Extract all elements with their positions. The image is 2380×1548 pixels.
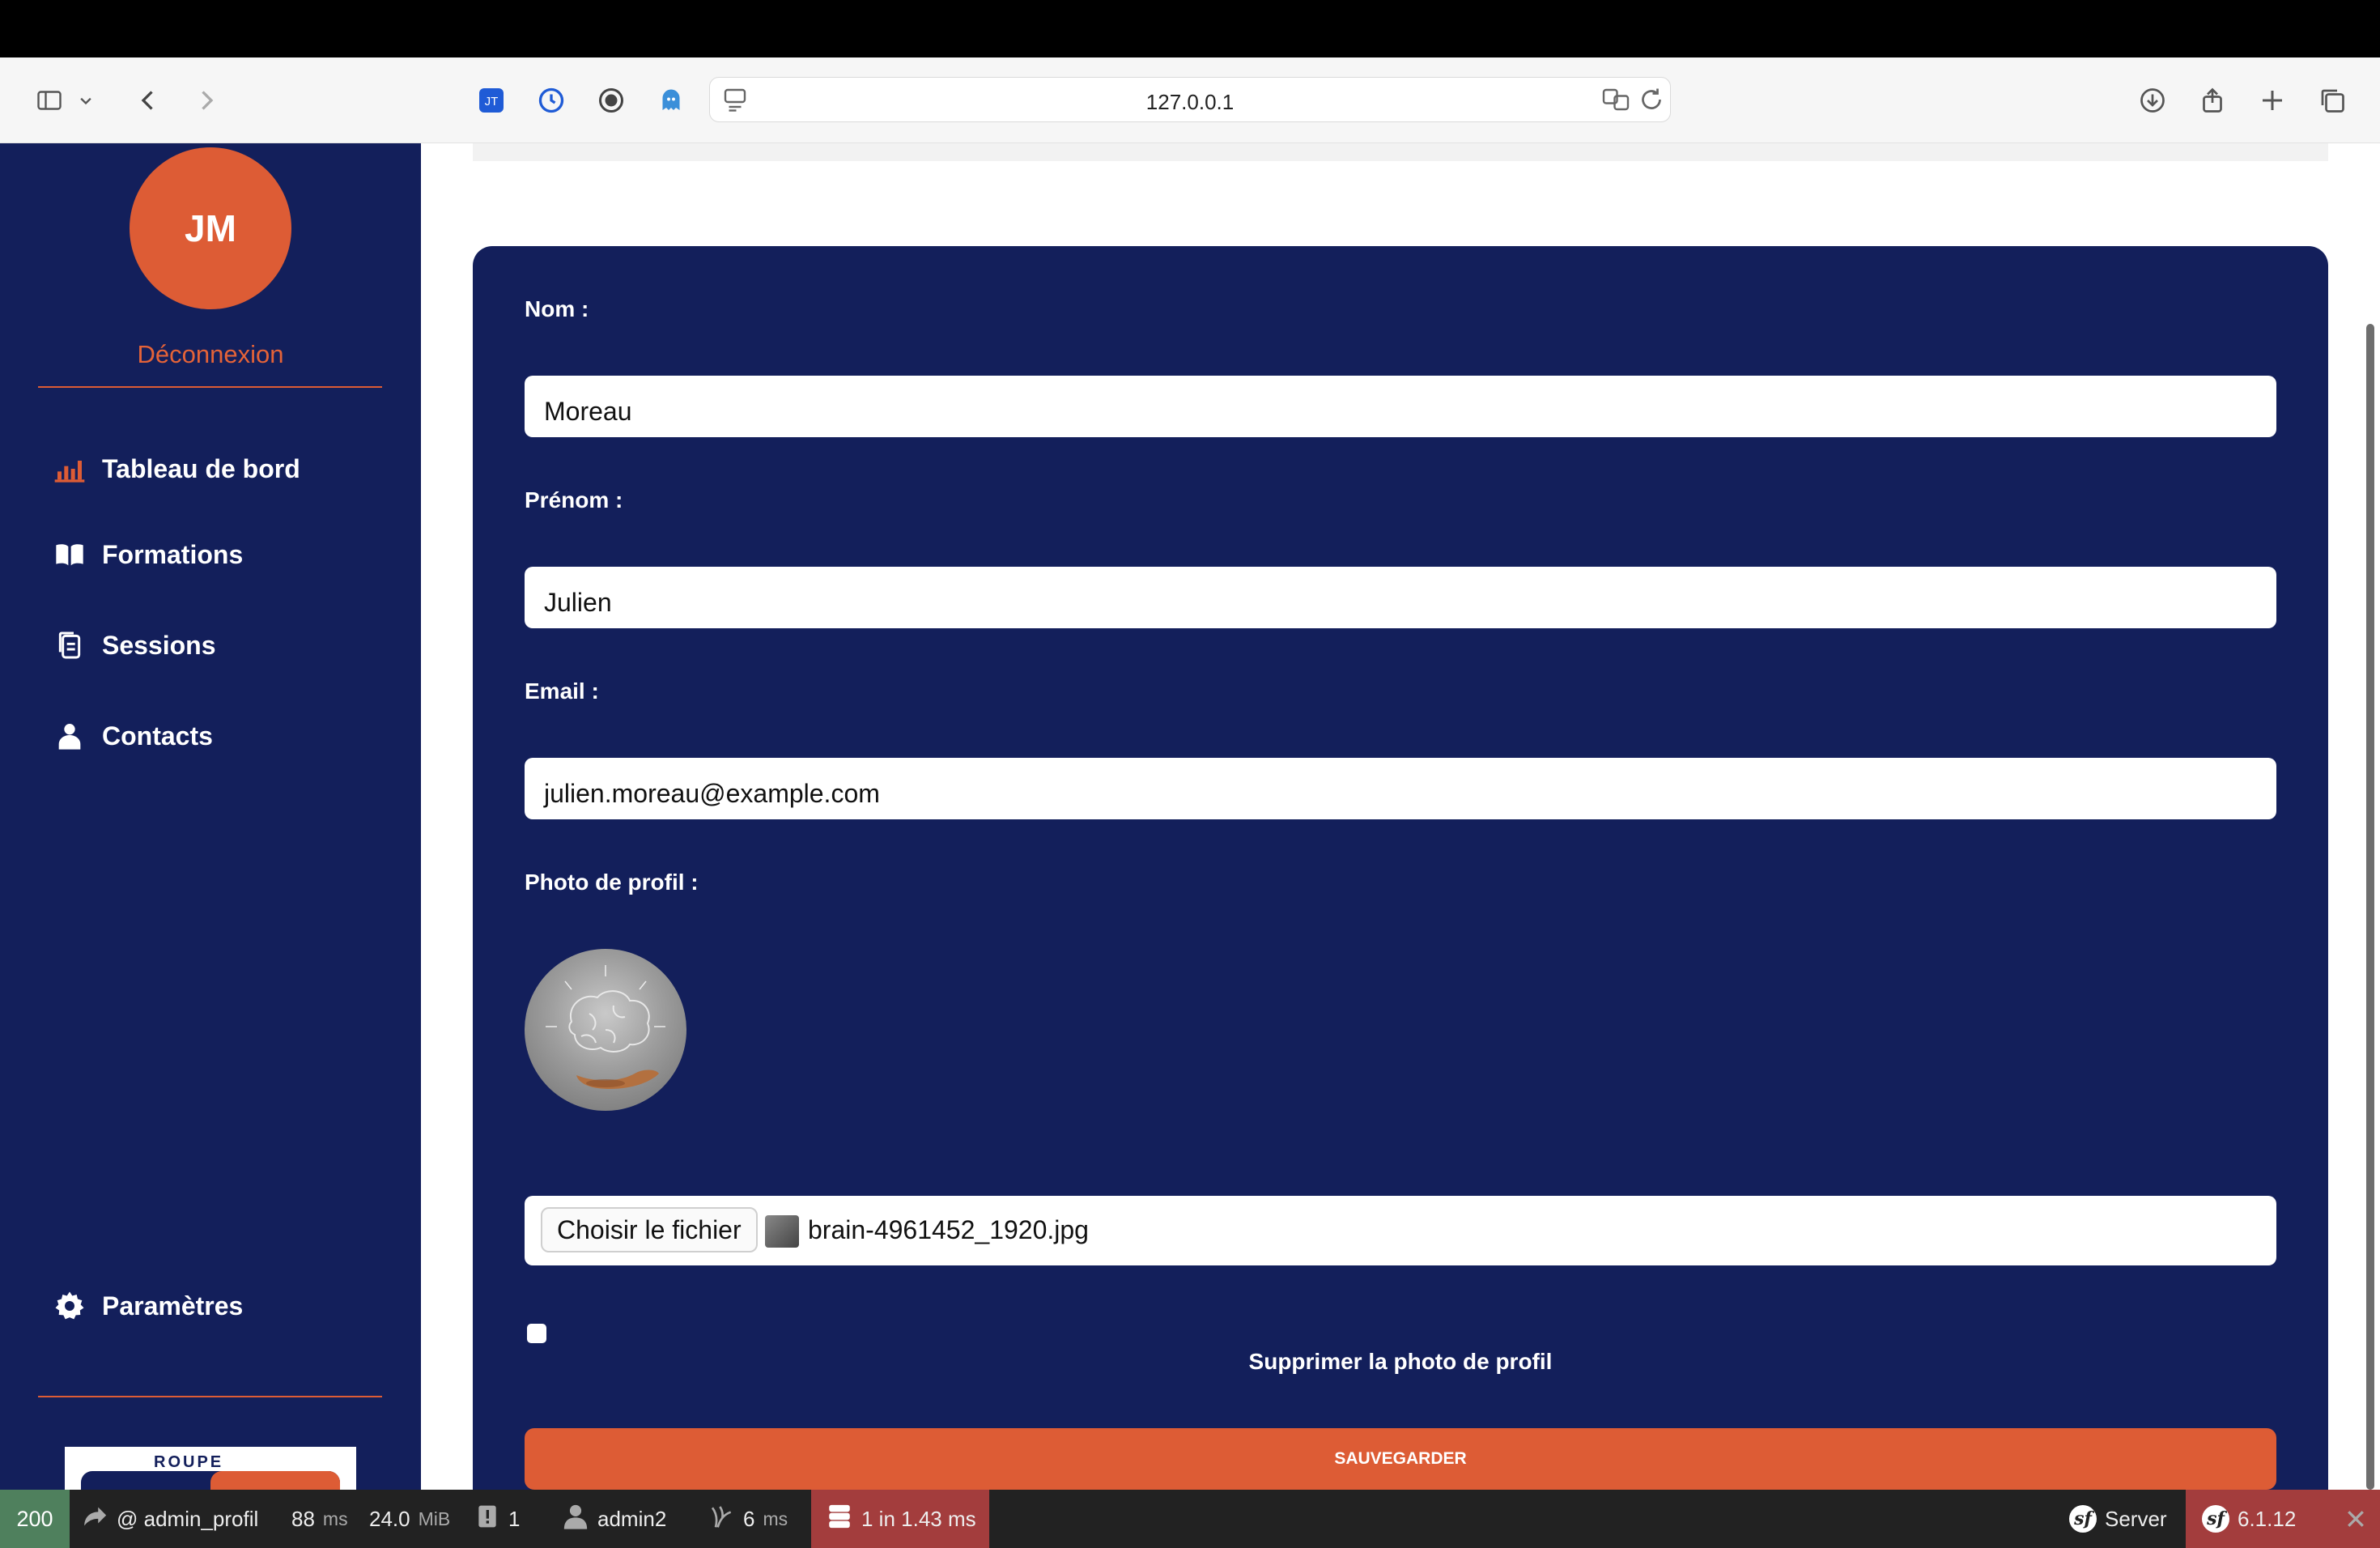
memory-panel[interactable]: 24.0 MiB bbox=[369, 1490, 450, 1548]
sidebar-item-dashboard[interactable]: Tableau de bord bbox=[50, 451, 300, 487]
logo-text: ROUPE bbox=[154, 1453, 224, 1471]
person-icon bbox=[50, 718, 89, 754]
sidebar-item-label: Contacts bbox=[102, 721, 213, 751]
twig-icon bbox=[709, 1503, 735, 1535]
email-label: Email : bbox=[525, 678, 599, 704]
address-bar[interactable]: 127.0.0.1 bbox=[709, 77, 1671, 122]
close-toolbar-icon[interactable] bbox=[2331, 1490, 2380, 1548]
delete-photo-label[interactable]: Supprimer la photo de profil bbox=[473, 1349, 2328, 1375]
security-panel[interactable]: admin2 bbox=[562, 1490, 666, 1548]
nom-input[interactable]: Moreau bbox=[525, 376, 2276, 437]
logs-panel[interactable]: 1 bbox=[474, 1490, 520, 1548]
profile-photo bbox=[525, 949, 686, 1111]
file-thumbnail bbox=[765, 1215, 799, 1248]
sidebar-item-label: Sessions bbox=[102, 630, 216, 660]
avatar[interactable]: JM bbox=[130, 147, 291, 309]
twig-value: 6 bbox=[743, 1506, 755, 1531]
forward-icon[interactable] bbox=[188, 82, 225, 119]
twig-unit: ms bbox=[763, 1508, 788, 1529]
browser-toolbar: JT 127.0.0.1 bbox=[0, 57, 2380, 143]
logs-count: 1 bbox=[508, 1506, 521, 1531]
sidebar-item-label: Tableau de bord bbox=[102, 453, 300, 483]
database-summary: 1 in 1.43 ms bbox=[861, 1506, 976, 1531]
tab-overview-icon[interactable] bbox=[2314, 82, 2351, 119]
photo-label: Photo de profil : bbox=[525, 870, 699, 895]
debug-toolbar: 200 @ admin_profil 88 ms 24.0 MiB 1 admi… bbox=[0, 1490, 2380, 1548]
sidebar: JM Déconnexion Tableau de bord Formation… bbox=[0, 143, 421, 1490]
new-tab-icon[interactable] bbox=[2254, 82, 2291, 119]
symfony-logo-icon: sf bbox=[2202, 1505, 2229, 1533]
symfony-logo-icon: sf bbox=[2069, 1505, 2097, 1533]
status-code-badge[interactable]: 200 bbox=[0, 1490, 70, 1548]
svg-text:JT: JT bbox=[485, 95, 499, 108]
route-panel[interactable]: @ admin_profil bbox=[81, 1490, 258, 1548]
selected-file-name: brain-4961452_1920.jpg bbox=[808, 1215, 1089, 1244]
redirect-arrow-icon bbox=[81, 1503, 108, 1536]
time-value: 88 bbox=[291, 1506, 315, 1531]
memory-unit: MiB bbox=[418, 1508, 451, 1529]
sidebar-item-formations[interactable]: Formations bbox=[50, 537, 243, 572]
sidebar-item-label: Formations bbox=[102, 539, 244, 569]
time-unit: ms bbox=[322, 1508, 348, 1529]
sidebar-item-contacts[interactable]: Contacts bbox=[50, 718, 213, 754]
route-name: @ admin_profil bbox=[117, 1506, 259, 1531]
choose-file-button[interactable]: Choisir le fichier bbox=[541, 1207, 758, 1252]
content-header-strip bbox=[473, 143, 2328, 161]
company-logo: ROUPE bbox=[65, 1447, 356, 1490]
chevron-down-icon[interactable] bbox=[74, 82, 97, 119]
os-menu-bar bbox=[0, 0, 2380, 57]
share-icon[interactable] bbox=[2194, 82, 2231, 119]
symfony-version: 6.1.12 bbox=[2238, 1506, 2297, 1531]
download-icon[interactable] bbox=[2134, 82, 2171, 119]
sidebar-divider bbox=[38, 386, 382, 388]
profile-form: Nom : Moreau Prénom : Julien Email : jul… bbox=[473, 246, 2328, 1542]
user-name: admin2 bbox=[597, 1506, 667, 1531]
documents-icon bbox=[50, 627, 89, 663]
photo-file-input[interactable]: Choisir le fichier brain-4961452_1920.jp… bbox=[525, 1196, 2276, 1265]
server-label: Server bbox=[2105, 1506, 2167, 1531]
delete-photo-checkbox[interactable] bbox=[527, 1324, 546, 1343]
user-icon bbox=[562, 1503, 589, 1536]
back-icon[interactable] bbox=[130, 82, 167, 119]
status-code: 200 bbox=[16, 1506, 53, 1531]
database-icon bbox=[826, 1503, 853, 1536]
server-panel[interactable]: sf Server bbox=[2069, 1490, 2167, 1548]
sidebar-item-settings[interactable]: Paramètres bbox=[50, 1288, 243, 1324]
database-panel[interactable]: 1 in 1.43 ms bbox=[811, 1490, 989, 1548]
scrollbar-thumb[interactable] bbox=[2366, 324, 2374, 1490]
logout-link[interactable]: Déconnexion bbox=[0, 340, 421, 369]
translate-icon[interactable] bbox=[1597, 81, 1634, 118]
sidebar-item-sessions[interactable]: Sessions bbox=[50, 627, 216, 663]
book-open-icon bbox=[50, 537, 89, 572]
extension-translate-icon[interactable]: JT bbox=[473, 82, 510, 119]
extension-ghost-icon[interactable] bbox=[652, 82, 690, 119]
email-input[interactable]: julien.moreau@example.com bbox=[525, 758, 2276, 819]
sidebar-toggle-icon[interactable] bbox=[31, 82, 68, 119]
reload-icon[interactable] bbox=[1633, 81, 1670, 118]
bar-chart-icon bbox=[50, 451, 89, 487]
prenom-label: Prénom : bbox=[525, 487, 623, 512]
nom-label: Nom : bbox=[525, 296, 589, 321]
twig-panel[interactable]: 6 ms bbox=[709, 1490, 788, 1548]
sidebar-item-label: Paramètres bbox=[102, 1291, 244, 1320]
save-button[interactable]: SAUVEGARDER bbox=[525, 1428, 2276, 1490]
log-icon bbox=[474, 1503, 500, 1535]
extension-record-icon[interactable] bbox=[593, 82, 630, 119]
prenom-input[interactable]: Julien bbox=[525, 567, 2276, 628]
memory-value: 24.0 bbox=[369, 1506, 410, 1531]
gear-icon bbox=[50, 1288, 89, 1324]
sidebar-divider bbox=[38, 1396, 382, 1397]
time-panel[interactable]: 88 ms bbox=[291, 1490, 348, 1548]
url-text: 127.0.0.1 bbox=[1145, 90, 1235, 114]
extension-clock-icon[interactable] bbox=[533, 82, 570, 119]
